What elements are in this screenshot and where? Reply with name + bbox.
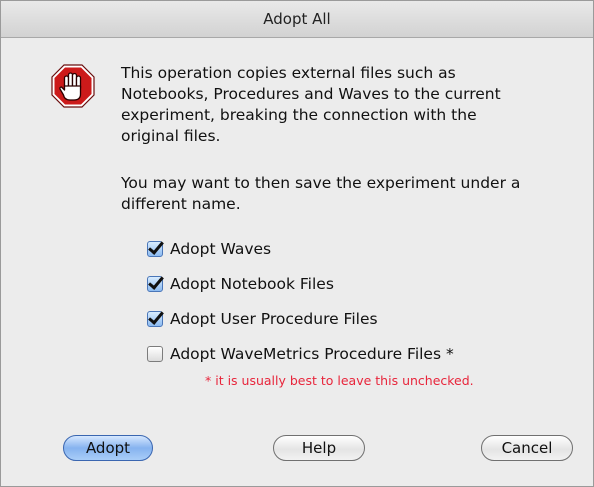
adopt-wavemetrics-procedure-files-checkbox[interactable]: Adopt WaveMetrics Procedure Files * [147, 343, 454, 365]
title-bar[interactable]: Adopt All [1, 1, 593, 38]
cancel-button[interactable]: Cancel [481, 435, 573, 461]
checkbox-checked-icon[interactable] [147, 311, 163, 327]
checkbox-label: Adopt WaveMetrics Procedure Files * [170, 345, 454, 363]
checkbox-unchecked-icon[interactable] [147, 346, 163, 362]
adopt-waves-checkbox[interactable]: Adopt Waves [147, 238, 271, 260]
checkbox-label: Adopt Waves [170, 240, 272, 258]
help-button[interactable]: Help [273, 435, 365, 461]
stop-hand-icon [51, 64, 95, 108]
checkbox-label: Adopt User Procedure Files [170, 310, 378, 328]
checkbox-label: Adopt Notebook Files [170, 275, 334, 293]
adopt-button[interactable]: Adopt [63, 435, 153, 461]
message-paragraph-2: You may want to then save the experiment… [121, 174, 521, 213]
checkbox-checked-icon[interactable] [147, 276, 163, 292]
adopt-user-procedure-files-checkbox[interactable]: Adopt User Procedure Files [147, 308, 378, 330]
adopt-notebook-files-checkbox[interactable]: Adopt Notebook Files [147, 273, 334, 295]
warning-note: * it is usually best to leave this unche… [205, 373, 474, 388]
adopt-all-dialog: Adopt All This operation copies external… [0, 0, 594, 487]
window-title: Adopt All [263, 10, 331, 28]
checkbox-checked-icon[interactable] [147, 241, 163, 257]
message-paragraph-1: This operation copies external files suc… [121, 64, 501, 145]
